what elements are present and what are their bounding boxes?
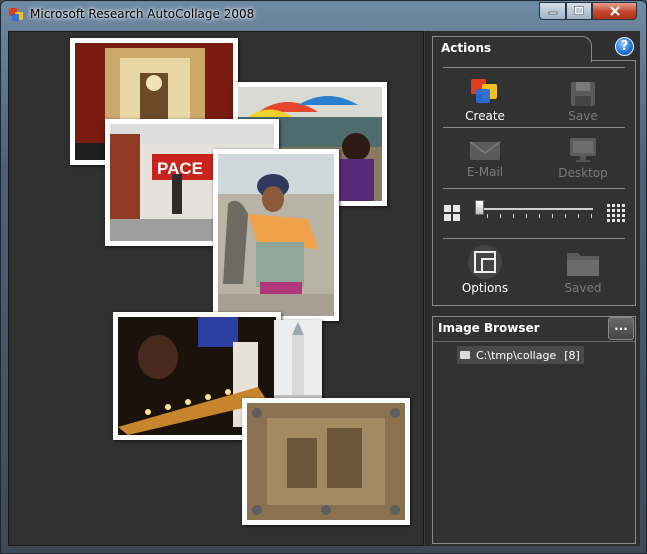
saved-label: Saved xyxy=(564,281,602,295)
create-label: Create xyxy=(465,109,505,123)
saved-button[interactable]: Saved xyxy=(535,244,631,296)
tower-image xyxy=(274,320,322,406)
desktop-button[interactable]: Desktop xyxy=(535,135,631,181)
collage-photo[interactable] xyxy=(274,320,322,406)
slider-tick xyxy=(526,214,527,218)
slider-thumb[interactable] xyxy=(474,200,484,215)
child-image xyxy=(218,154,334,316)
separator xyxy=(443,238,625,239)
browse-folder-button[interactable]: ... xyxy=(608,317,634,340)
close-icon xyxy=(609,5,620,16)
slider-tick xyxy=(487,214,488,218)
help-button[interactable]: ? xyxy=(615,37,634,56)
options-button[interactable]: Options xyxy=(437,244,533,296)
desktop-icon xyxy=(570,138,596,162)
slider-tick xyxy=(552,214,553,218)
options-label: Options xyxy=(461,281,509,295)
save-label: Save xyxy=(568,109,598,123)
create-icon xyxy=(471,79,497,103)
slider-tick xyxy=(591,214,592,218)
save-button[interactable]: Save xyxy=(535,75,631,125)
separator xyxy=(433,341,635,342)
folder-icon xyxy=(460,351,470,359)
create-button[interactable]: Create xyxy=(437,75,533,125)
carved-door-image xyxy=(247,403,405,520)
slider-tick xyxy=(565,214,566,218)
minimize-icon xyxy=(548,11,557,15)
slider-tick xyxy=(500,214,501,218)
minimize-button[interactable] xyxy=(539,2,566,20)
folder-icon xyxy=(567,253,599,276)
folder-path: C:\tmp\collage xyxy=(476,348,557,362)
maximize-button[interactable] xyxy=(566,2,592,20)
small-tiles-icon xyxy=(607,204,625,222)
separator xyxy=(443,127,625,128)
large-tiles-icon xyxy=(444,205,460,221)
title-bar[interactable]: Microsoft Research AutoCollage 2008 xyxy=(1,1,646,29)
email-label: E-Mail xyxy=(466,165,504,179)
slider-tick xyxy=(578,214,579,218)
actions-title: Actions xyxy=(441,41,492,55)
image-count-slider[interactable] xyxy=(475,208,593,210)
slider-tick xyxy=(513,214,514,218)
collage-photo[interactable] xyxy=(213,149,339,321)
email-button[interactable]: E-Mail xyxy=(437,135,533,181)
app-window: Microsoft Research AutoCollage 2008 PACE… xyxy=(0,0,647,554)
options-icon xyxy=(468,245,502,279)
desktop-label: Desktop xyxy=(558,166,608,180)
slider-tick xyxy=(539,214,540,218)
app-icon xyxy=(9,8,23,21)
collage-photo[interactable] xyxy=(242,398,410,525)
save-icon xyxy=(571,82,595,106)
separator xyxy=(443,67,625,68)
maximize-icon xyxy=(574,6,584,15)
close-button[interactable] xyxy=(592,2,637,20)
folder-count: [8] xyxy=(564,348,580,362)
email-icon xyxy=(469,141,501,160)
help-icon: ? xyxy=(620,39,629,54)
image-browser-title: Image Browser xyxy=(438,321,540,335)
separator xyxy=(443,188,625,189)
window-title: Microsoft Research AutoCollage 2008 xyxy=(30,7,255,21)
collage-canvas[interactable]: PACE xyxy=(8,31,424,546)
more-label: ... xyxy=(614,319,628,333)
folder-tree-item[interactable]: C:\tmp\collage [8] xyxy=(457,346,584,364)
